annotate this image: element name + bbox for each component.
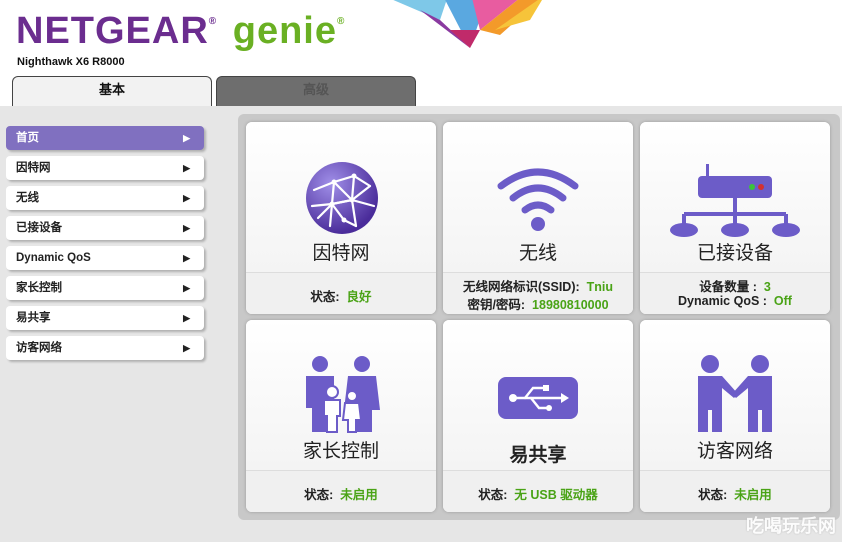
status-value: 未启用: [734, 488, 772, 502]
device-count-line: 设备数量 : 3: [640, 276, 830, 295]
status-label: 状态:: [698, 488, 728, 502]
card-upper: 易共享: [443, 320, 633, 470]
card-upper: 无线: [443, 122, 633, 272]
brand-suffix: genie: [232, 10, 337, 52]
qos-line: Dynamic QoS : Off: [640, 294, 830, 308]
dashboard-panel: 因特网 状态: 良好 无线 无线网络标识(SSID): Tniu 密钥/密码: …: [238, 114, 840, 520]
card-title: 访客网络: [696, 440, 773, 462]
chevron-right-icon: ▶: [183, 223, 190, 233]
sidebar-item-label: 已接设备: [16, 222, 62, 234]
parental-controls-card[interactable]: 家长控制 状态: 未启用: [246, 320, 436, 512]
card-title: 无线: [518, 242, 557, 264]
card-status-area: 状态: 良好: [246, 272, 436, 314]
chevron-right-icon: ▶: [183, 343, 190, 353]
router-network-icon: [670, 164, 800, 237]
device-count-label: 设备数量 :: [699, 280, 757, 294]
wifi-icon: [497, 168, 579, 231]
sidebar-item-parental-controls[interactable]: 家长控制 ▶: [6, 276, 204, 300]
handshake-icon: [698, 355, 772, 432]
key-label: 密钥/密码:: [467, 298, 526, 312]
guest-network-card[interactable]: 访客网络 状态: 未启用: [640, 320, 830, 512]
card-upper: 访客网络: [640, 320, 830, 470]
sidebar-item-label: 家长控制: [16, 282, 62, 294]
sidebar-item-wireless[interactable]: 无线 ▶: [6, 186, 204, 210]
tab-advanced[interactable]: 高级: [216, 76, 416, 106]
globe-icon: [306, 162, 378, 234]
card-title: 已接设备: [696, 242, 773, 264]
usb-icon: [498, 377, 578, 419]
sidebar-item-label: 无线: [16, 192, 39, 204]
chevron-right-icon: ▶: [183, 133, 190, 143]
sidebar-item-label: Dynamic QoS: [16, 252, 91, 264]
readyshare-card[interactable]: 易共享 状态: 无 USB 驱动器: [443, 320, 633, 512]
card-status-area: 设备数量 : 3 Dynamic QoS : Off: [640, 272, 830, 314]
card-title: 易共享: [509, 444, 567, 466]
site-watermark: 吃喝玩乐网: [746, 516, 836, 537]
status-value: 无 USB 驱动器: [514, 488, 598, 502]
status-line: 状态: 未启用: [640, 484, 830, 503]
ssid-value: Tniu: [586, 280, 613, 294]
chevron-right-icon: ▶: [183, 283, 190, 293]
tab-basic[interactable]: 基本: [12, 76, 212, 106]
sidebar-item-home[interactable]: 首页 ▶: [6, 126, 204, 150]
router-model: Nighthawk X6 R8000: [17, 56, 125, 68]
card-upper: 因特网: [246, 122, 436, 272]
status-line: 状态: 无 USB 驱动器: [443, 484, 633, 503]
sidebar-item-dynamic-qos[interactable]: Dynamic QoS ▶: [6, 246, 204, 270]
internet-card[interactable]: 因特网 状态: 良好: [246, 122, 436, 314]
card-title: 因特网: [312, 242, 370, 264]
family-icon: [306, 356, 380, 433]
brand-name: NETGEAR: [16, 10, 209, 52]
sidebar-item-attached-devices[interactable]: 已接设备 ▶: [6, 216, 204, 240]
chevron-right-icon: ▶: [183, 193, 190, 203]
status-label: 状态:: [304, 488, 334, 502]
card-upper: 已接设备: [640, 122, 830, 272]
card-title: 家长控制: [302, 440, 379, 462]
chevron-right-icon: ▶: [183, 253, 190, 263]
sidebar-nav: 首页 ▶ 因特网 ▶ 无线 ▶ 已接设备 ▶ Dynamic QoS ▶ 家长控…: [6, 126, 204, 366]
decorative-banner-icon: [393, 0, 542, 48]
qos-value: Off: [773, 294, 792, 308]
sidebar-item-readyshare[interactable]: 易共享 ▶: [6, 306, 204, 330]
ssid-label: 无线网络标识(SSID):: [462, 280, 580, 294]
attached-devices-card[interactable]: 已接设备 设备数量 : 3 Dynamic QoS : Off: [640, 122, 830, 314]
card-status-area: 状态: 未启用: [640, 470, 830, 512]
qos-label: Dynamic QoS :: [678, 294, 767, 308]
sidebar-item-label: 易共享: [16, 312, 51, 324]
sidebar-item-label: 因特网: [16, 162, 51, 174]
status-label: 状态:: [478, 488, 508, 502]
key-line: 密钥/密码: 18980810000: [443, 294, 633, 313]
card-status-area: 状态: 无 USB 驱动器: [443, 470, 633, 512]
chevron-right-icon: ▶: [183, 313, 190, 323]
status-line: 状态: 良好: [246, 286, 436, 305]
sidebar-item-label: 访客网络: [16, 342, 62, 354]
card-status-area: 无线网络标识(SSID): Tniu 密钥/密码: 18980810000: [443, 272, 633, 314]
netgear-genie-logo: NETGEAR® genie®: [16, 10, 346, 52]
status-line: 状态: 未启用: [246, 484, 436, 503]
sidebar-item-guest-network[interactable]: 访客网络 ▶: [6, 336, 204, 360]
sidebar-item-label: 首页: [16, 132, 39, 144]
ssid-line: 无线网络标识(SSID): Tniu: [443, 276, 633, 295]
card-status-area: 状态: 未启用: [246, 470, 436, 512]
sidebar-item-internet[interactable]: 因特网 ▶: [6, 156, 204, 180]
key-value: 18980810000: [532, 298, 609, 312]
device-count-value: 3: [763, 280, 771, 294]
chevron-right-icon: ▶: [183, 163, 190, 173]
card-upper: 家长控制: [246, 320, 436, 470]
status-value: 未启用: [340, 488, 378, 502]
status-value: 良好: [346, 290, 372, 304]
status-label: 状态:: [310, 290, 340, 304]
wireless-card[interactable]: 无线 无线网络标识(SSID): Tniu 密钥/密码: 18980810000: [443, 122, 633, 314]
